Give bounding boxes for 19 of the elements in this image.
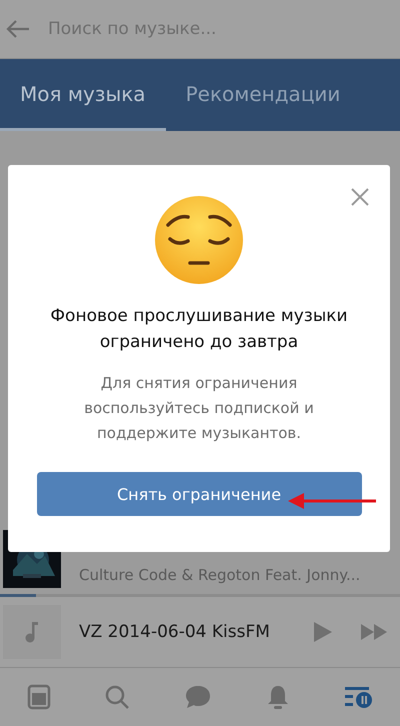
tab[interactable]: Рекомендации	[166, 59, 360, 131]
dialog-message: Для снятия ограничения воспользуйтесь подпиской и поддержите музыкантов.	[83, 373, 315, 444]
back-arrow-icon[interactable]	[6, 19, 30, 39]
newsfeed-icon	[26, 684, 51, 710]
play-icon	[312, 620, 334, 644]
dialog-heading: Фоновое прослушивание музыки ограничено до завтра	[49, 305, 349, 354]
tab[interactable]: Моя музыка	[0, 59, 166, 131]
pensive-emoji-icon	[154, 195, 244, 285]
bell-icon	[266, 684, 290, 710]
close-button[interactable]	[350, 187, 370, 207]
music-note-icon	[25, 621, 39, 643]
now-playing-title: VZ 2014-06-04 KissFM	[79, 622, 271, 642]
music-playing-icon	[343, 685, 374, 709]
search-icon	[104, 684, 130, 710]
remove-limit-button[interactable]: Снять ограничение	[36, 472, 362, 516]
close-icon	[350, 187, 370, 207]
fast-forward-icon	[360, 622, 388, 642]
speech-bubble-icon	[184, 684, 212, 710]
track-title: Culture Code & Regoton Feat. Jonny...	[79, 566, 360, 586]
